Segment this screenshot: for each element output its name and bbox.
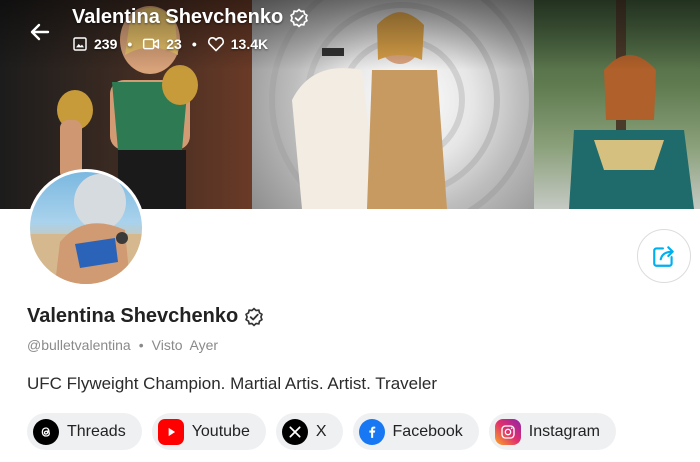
youtube-link[interactable]: Youtube (151, 413, 266, 450)
instagram-icon (494, 418, 521, 445)
x-link[interactable]: X (275, 413, 343, 450)
banner-stats: 239 • 23 • 13.4K (72, 36, 268, 52)
facebook-link[interactable]: Facebook (352, 413, 479, 450)
threads-icon (33, 418, 59, 445)
banner-name: Valentina Shevchenko (72, 6, 284, 28)
back-arrow-icon (30, 23, 50, 41)
profile-name-text: Valentina Shevchenko (27, 305, 239, 327)
back-button[interactable] (28, 20, 52, 44)
profile-handle[interactable]: @bulletvalentina (27, 337, 131, 353)
x-label: X (315, 422, 327, 440)
share-icon (653, 246, 674, 267)
threads-label: Threads (67, 422, 126, 440)
social-links: Threads Youtube X Facebook Instagram (27, 413, 616, 450)
meta-separator: • (138, 337, 144, 353)
youtube-label: Youtube (191, 422, 250, 440)
profile-name: Valentina Shevchenko (27, 305, 264, 328)
stats-separator: • (127, 36, 133, 52)
stats-separator: • (191, 36, 197, 52)
verified-icon (245, 307, 264, 326)
last-seen: Visto Ayer (151, 337, 219, 353)
instagram-label: Instagram (528, 422, 600, 440)
likes-count: 13.4K (230, 36, 269, 52)
verified-icon (290, 8, 309, 27)
facebook-label: Facebook (392, 422, 463, 440)
avatar[interactable] (27, 169, 145, 287)
threads-link[interactable]: Threads (27, 413, 142, 450)
profile-bio: UFC Flyweight Champion. Martial Artis. A… (27, 374, 438, 393)
x-icon (281, 418, 308, 445)
youtube-icon (157, 418, 184, 445)
avatar-image (30, 174, 142, 284)
facebook-icon (358, 418, 385, 445)
video-icon (143, 38, 160, 50)
banner-title: Valentina Shevchenko (72, 6, 309, 29)
share-button[interactable] (637, 229, 691, 283)
profile-meta: @bulletvalentina • Visto Ayer (27, 337, 218, 353)
image-icon (73, 37, 87, 51)
instagram-link[interactable]: Instagram (488, 413, 616, 450)
heart-icon (207, 37, 224, 52)
videos-count: 23 (166, 36, 182, 52)
photos-count: 239 (94, 36, 118, 52)
